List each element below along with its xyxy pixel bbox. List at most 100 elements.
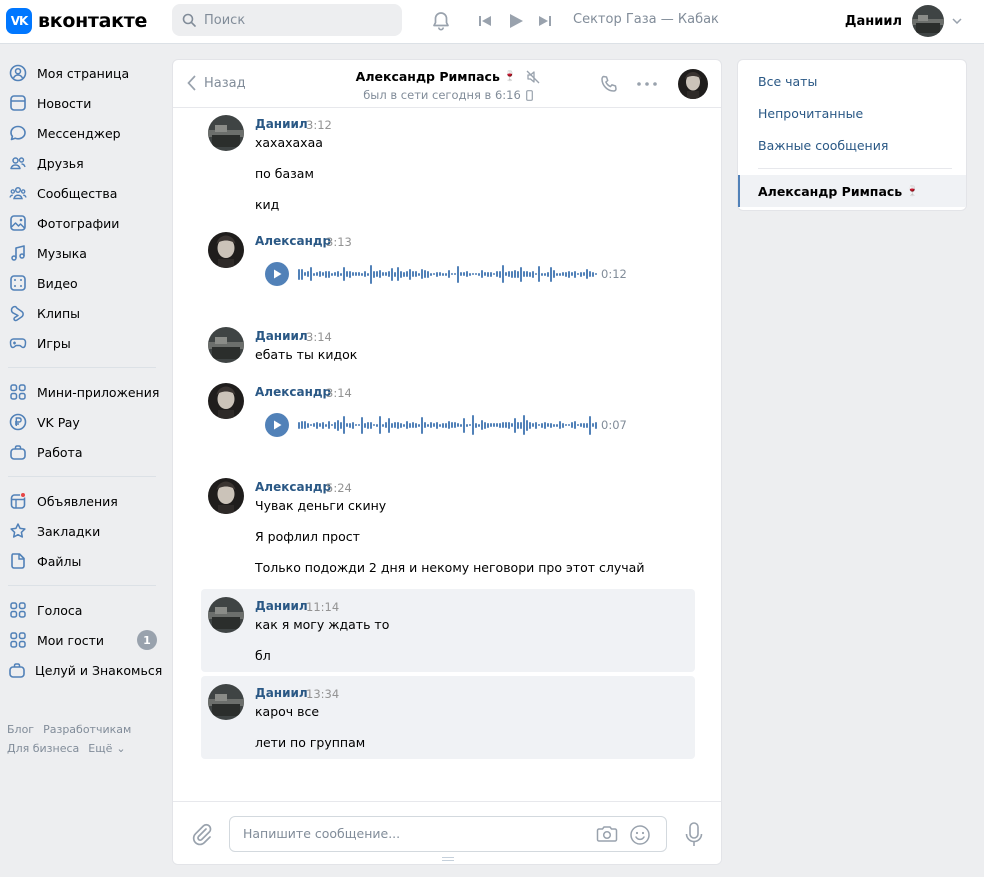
sender-avatar[interactable] [208,597,244,633]
back-button[interactable]: Назад [187,75,246,91]
waveform-bar [508,421,510,429]
footer-link-blog[interactable]: Блог [7,723,34,736]
sidebar-item-video[interactable]: Видео [0,268,162,298]
sidebar-item-messenger[interactable]: Мессенджер [0,118,162,148]
waveform-bar [562,422,564,428]
sidebar-item-friends[interactable]: Друзья [0,148,162,178]
message-author[interactable]: Александр [255,480,331,494]
waveform-bar [595,273,597,275]
waveform-bar [505,272,507,276]
vk-logo[interactable]: VK вконтакте [6,8,147,34]
bell-icon[interactable] [430,10,452,32]
voice-waveform[interactable] [298,262,598,286]
waveform-bar [445,422,447,428]
waveform-bar [343,416,345,434]
message-author[interactable]: Даниил [255,686,308,700]
message-text: как я могу ждать то [255,617,390,632]
waveform-bar [322,421,324,429]
now-playing-track[interactable]: Сектор Газа — Кабак [573,12,719,27]
resize-handle[interactable] [442,857,454,861]
waveform-bar [457,265,459,283]
message-group: Даниил 3:12 хахахахаа по базам кид [201,109,695,213]
message-text: Чувак деньги скину [255,498,387,513]
sidebar-divider [8,367,156,368]
sender-avatar[interactable] [208,383,244,419]
chevron-down-icon: ⌄ [116,742,126,755]
sidebar-item-news[interactable]: Новости [0,88,162,118]
sidebar-item-work[interactable]: Работа [0,437,162,467]
voice-play-button[interactable] [265,413,289,437]
sidebar-item-games[interactable]: Игры [0,328,162,358]
more-options-button[interactable] [637,82,657,86]
chat-filters-panel: Все чаты Непрочитанные Важные сообщения … [737,59,967,211]
sender-avatar[interactable] [208,684,244,720]
waveform-bar [388,417,390,433]
attach-button[interactable] [191,822,213,846]
footer-link-developers[interactable]: Разработчикам [43,723,131,736]
emoji-button[interactable] [629,824,651,846]
waveform-bar [589,271,591,277]
play-track-icon[interactable] [508,12,524,30]
sidebar-item-music[interactable]: Музыка [0,238,162,268]
sender-avatar[interactable] [208,327,244,363]
voice-waveform[interactable] [298,413,598,437]
waveform-bar [544,272,546,276]
sender-avatar[interactable] [208,232,244,268]
next-track-icon[interactable] [538,14,552,28]
user-menu[interactable]: Даниил [845,5,962,37]
filter-important[interactable]: Важные сообщения [758,138,888,153]
sidebar-item-files[interactable]: Файлы [0,546,162,576]
search-input[interactable] [204,12,384,28]
waveform-bar [589,415,591,435]
waveform-bar [427,270,429,278]
waveform-bar [559,421,561,429]
waveform-bar [337,271,339,277]
message-author[interactable]: Даниил [255,599,308,613]
waveform-bar [382,423,384,427]
sidebar-item-dating[interactable]: Целуй и Знакомься [0,655,162,685]
sidebar-item-communities[interactable]: Сообщества [0,178,162,208]
peer-avatar[interactable] [678,69,708,99]
sidebar-item-photos[interactable]: Фотографии [0,208,162,238]
waveform-bar [523,271,525,277]
waveform-bar [556,423,558,427]
waveform-bar [388,271,390,277]
sidebar-item-label: Закладки [37,523,101,539]
message-input[interactable] [243,826,573,841]
sender-avatar[interactable] [208,115,244,151]
active-chat-item[interactable]: Александр Римпась 🍷 [738,175,966,207]
waveform-bar [424,422,426,428]
filter-all-chats[interactable]: Все чаты [758,74,817,89]
message-author[interactable]: Александр [255,385,331,399]
filter-unread[interactable]: Непрочитанные [758,106,863,121]
footer-link-business[interactable]: Для бизнеса [7,742,79,755]
waveform-bar [316,421,318,429]
waveform-bar [517,270,519,278]
footer-link-more[interactable]: Ещё ⌄ [88,742,134,755]
sidebar-item-vk-pay[interactable]: VK Pay [0,407,162,437]
sidebar-item-my-guests[interactable]: Мои гости 1 [0,625,162,655]
search-box[interactable] [172,4,402,36]
waveform-bar [325,423,327,427]
message-author[interactable]: Александр [255,234,331,248]
sidebar-item-bookmarks[interactable]: Закладки [0,516,162,546]
sidebar-item-classifieds[interactable]: Объявления [0,486,162,516]
camera-button[interactable] [596,824,618,844]
sidebar-item-clips[interactable]: Клипы [0,298,162,328]
call-button[interactable] [599,74,619,94]
message-input-box[interactable] [229,816,667,852]
waveform-bar [361,416,363,434]
sidebar-item-label: Музыка [37,245,87,261]
sidebar-item-mini-apps[interactable]: Мини-приложения [0,377,162,407]
previous-track-icon[interactable] [478,14,492,28]
message-author[interactable]: Даниил [255,117,308,131]
voice-record-button[interactable] [685,822,703,848]
sidebar-item-votes[interactable]: Голоса [0,595,162,625]
sender-avatar[interactable] [208,478,244,514]
sidebar-item-my-page[interactable]: Моя страница [0,58,162,88]
waveform-bar [412,271,414,277]
voice-play-button[interactable] [265,262,289,286]
sidebar-item-label: Друзья [37,155,84,171]
peer-info[interactable]: Александр Римпась 🍷 был в сети сегодня в… [323,69,573,103]
message-author[interactable]: Даниил [255,329,308,343]
